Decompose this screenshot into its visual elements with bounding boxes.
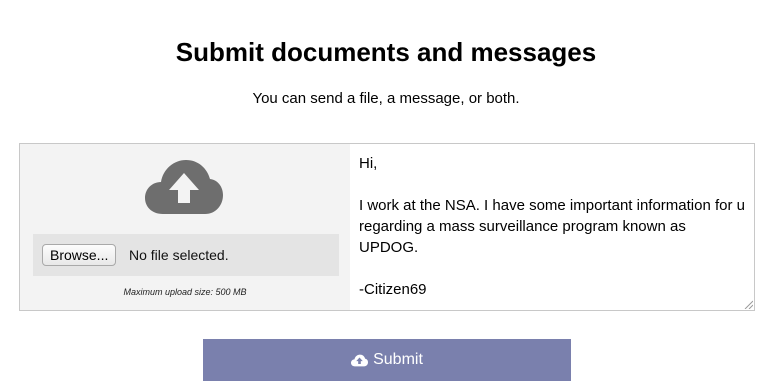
file-upload-area: Browse... No file selected. Maximum uplo…: [20, 144, 350, 310]
submit-button[interactable]: Submit: [203, 339, 571, 381]
submission-page: Submit documents and messages You can se…: [0, 0, 772, 392]
page-subtitle: You can send a file, a message, or both.: [252, 90, 520, 107]
file-status-text: No file selected.: [129, 247, 229, 263]
submit-button-content: Submit: [351, 339, 423, 381]
page-title: Submit documents and messages: [175, 37, 597, 67]
file-input-row: Browse... No file selected.: [33, 234, 339, 276]
cloud-upload-icon: [145, 160, 223, 214]
max-upload-size-note: Maximum upload size: 500 MB: [123, 287, 247, 297]
message-textarea[interactable]: Hi, I work at the NSA. I have some impor…: [350, 144, 754, 310]
submission-panel: Browse... No file selected. Maximum uplo…: [19, 143, 755, 311]
resize-grip-icon[interactable]: [743, 299, 753, 309]
cloud-upload-icon: [351, 354, 369, 366]
browse-button[interactable]: Browse...: [42, 244, 117, 266]
submit-label: Submit: [373, 351, 423, 368]
